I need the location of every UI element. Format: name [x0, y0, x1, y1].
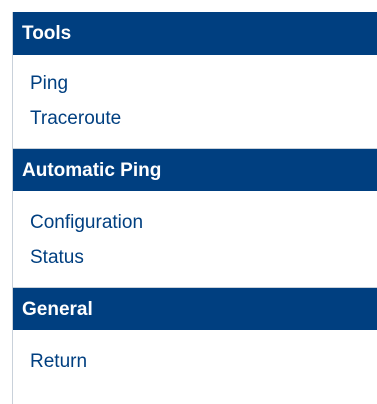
menu-item-traceroute[interactable]: Traceroute — [13, 109, 377, 128]
menu-item-ping[interactable]: Ping — [13, 74, 377, 93]
section-title-tools: Tools — [22, 23, 72, 44]
menu-item-status[interactable]: Status — [13, 248, 377, 267]
section-header-tools: Tools — [13, 12, 377, 55]
section-title-automatic-ping: Automatic Ping — [22, 159, 162, 181]
menu-item-return[interactable]: Return — [13, 352, 377, 371]
section-body-general: Return — [13, 330, 377, 404]
section-body-automatic-ping: Configuration Status — [13, 191, 377, 288]
section-header-automatic-ping: Automatic Ping — [13, 149, 377, 191]
side-menu: Tools Ping Traceroute Automatic Ping Con… — [12, 12, 377, 404]
section-body-tools: Ping Traceroute — [13, 55, 377, 149]
menu-item-configuration[interactable]: Configuration — [13, 213, 377, 232]
section-title-general: General — [22, 298, 93, 320]
section-header-general: General — [13, 288, 377, 330]
